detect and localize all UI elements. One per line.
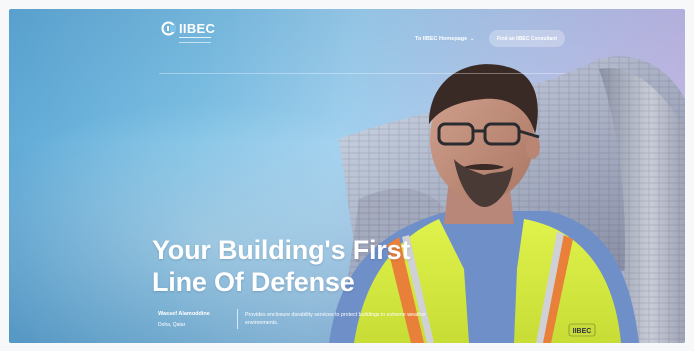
logo-text: IIBEC	[179, 21, 216, 36]
logo[interactable]: IIBEC	[161, 21, 216, 43]
headline-line-1: Your Building's First	[152, 235, 411, 265]
caption-divider	[237, 309, 238, 329]
chevron-down-icon: ⌄	[470, 36, 475, 42]
hero-headline: Your Building's First Line Of Defense	[152, 234, 410, 298]
homepage-link[interactable]: To IIBEC Homepage ⌄	[415, 36, 474, 42]
header-divider	[159, 73, 565, 74]
vest-badge: IIBEC	[573, 328, 592, 335]
homepage-link-label: To IIBEC Homepage	[415, 36, 468, 42]
logo-tagline-lines	[179, 37, 211, 43]
iibec-logo-icon	[161, 21, 176, 36]
hero-frame: IIBEC IIBEC To IIBEC Homepage ⌄ Find an …	[9, 9, 685, 343]
headline-line-2: Line Of Defense	[152, 267, 355, 297]
find-consultant-button[interactable]: Find an IIBEC Consultant	[489, 30, 565, 47]
person-name: Wassef Alamoddine	[158, 311, 210, 317]
person-tagline: Provides enclosure durability services t…	[245, 312, 427, 326]
person-location: Doha, Qatar	[158, 322, 186, 328]
